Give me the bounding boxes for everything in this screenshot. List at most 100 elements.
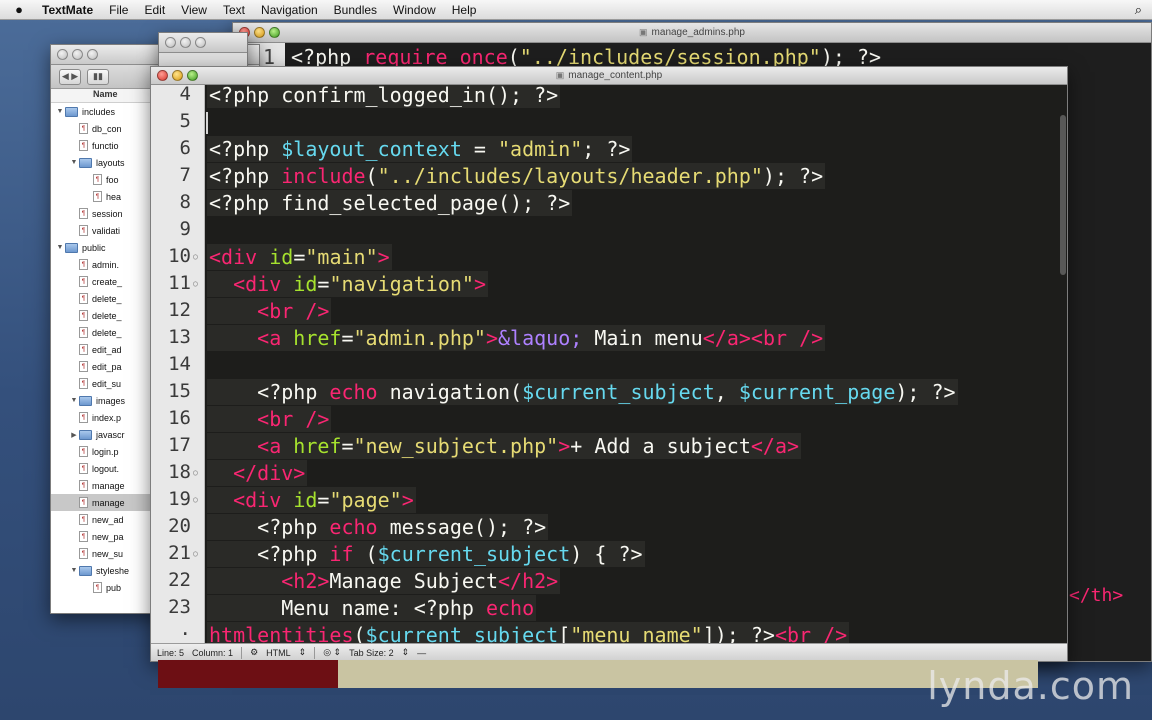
code-line[interactable]: <?php if ($current_subject) { ?> [207, 541, 645, 567]
back-forward-button[interactable]: ◀ ▶ [59, 68, 81, 85]
folder-icon [79, 429, 92, 440]
code-line[interactable]: htmlentities($current_subject["menu_name… [207, 622, 850, 645]
disclosure-closed-icon[interactable]: ▶ [69, 431, 79, 439]
close-button[interactable] [157, 70, 168, 81]
tree-item-label: images [96, 395, 126, 406]
zoom-button[interactable] [87, 49, 98, 60]
close-button[interactable] [57, 49, 68, 60]
code-line[interactable]: <h2>Manage Subject</h2> [207, 568, 561, 594]
tree-item-label: new_su [92, 548, 124, 559]
line-number: 18 [168, 461, 191, 483]
menu-view[interactable]: View [173, 3, 215, 17]
code-line[interactable]: <a href="admin.php">&laquo; Main menu</a… [207, 325, 826, 351]
code-line[interactable]: <?php include("../includes/layouts/heade… [207, 163, 826, 189]
fold-marker-icon[interactable]: ○ [193, 495, 198, 504]
folder-icon [65, 242, 78, 253]
fold-marker-icon[interactable]: ○ [193, 468, 198, 477]
document-icon: ▣ [555, 70, 565, 80]
line-number: 6 [179, 137, 191, 159]
menu-navigation[interactable]: Navigation [253, 3, 326, 17]
disclosure-open-icon[interactable]: ▼ [69, 567, 79, 574]
close-button[interactable] [165, 37, 176, 48]
minimize-button[interactable] [180, 37, 191, 48]
line-number: 21 [168, 542, 191, 564]
chevron-updown-icon[interactable]: ⇕ [402, 647, 410, 658]
tree-item-label: session [92, 208, 123, 219]
menu-file[interactable]: File [101, 3, 136, 17]
tree-item-label: layouts [96, 157, 125, 168]
fold-marker-icon[interactable]: ○ [193, 549, 198, 558]
window-controls [165, 37, 206, 48]
code-line[interactable]: <?php echo message(); ?> [207, 514, 549, 540]
chevron-updown-icon[interactable]: ⇕ [299, 647, 307, 658]
language-selector[interactable]: HTML [266, 648, 291, 658]
code-line[interactable]: <div id="main"> [207, 244, 392, 270]
tree-item-label: delete_ [92, 327, 122, 338]
view-toggle-button[interactable]: ▮▮ [87, 68, 109, 85]
zoom-button[interactable] [269, 27, 280, 38]
line-number: 7 [179, 164, 191, 186]
window-titlebar[interactable]: ▣ manage_admins.php [233, 23, 1151, 43]
menu-help[interactable]: Help [444, 3, 485, 17]
menu-items: File Edit View Text Navigation Bundles Window H… [101, 3, 484, 17]
folder-icon [79, 565, 92, 576]
code-line[interactable]: <?php confirm_logged_in(); ?> [207, 85, 561, 108]
zoom-button[interactable] [195, 37, 206, 48]
disclosure-open-icon[interactable]: ▼ [69, 397, 79, 404]
code-line[interactable]: <br /> [207, 298, 332, 324]
tree-item-label: manage [92, 480, 125, 491]
php-file-icon: ¶ [79, 378, 88, 389]
tree-item-label: includes [82, 106, 116, 117]
fold-marker-icon[interactable]: ○ [193, 252, 198, 261]
search-icon[interactable]: ⌕ [1135, 2, 1142, 18]
folder-icon [79, 157, 92, 168]
minimize-button[interactable] [172, 70, 183, 81]
document-icon: ▣ [639, 27, 648, 37]
code-line[interactable]: <?php find_selected_page(); ?> [207, 190, 573, 216]
minimize-button[interactable] [254, 27, 265, 38]
menu-app-name[interactable]: TextMate [38, 3, 101, 17]
code-line[interactable]: Menu name: <?php echo [207, 595, 537, 621]
code-line[interactable]: <div id="page"> [207, 487, 416, 513]
line-number: 22 [168, 569, 191, 591]
bundle-menu-icon[interactable]: ◎ ⇕ [323, 647, 341, 658]
line-number-gutter[interactable]: 4 5 6 7 8 9 10 ○ 11 ○ 12 13 14 15 16 17 18 ○ 19 ○ 20 21 ○ 22 23 · [151, 85, 205, 645]
menu-text[interactable]: Text [215, 3, 253, 17]
line-number: 16 [168, 407, 191, 429]
editor-window-manage-content[interactable]: ▣ manage_content.php 4 5 6 7 8 9 10 ○ 11 ○ 12 13 14 1… [150, 66, 1068, 662]
tab-size-selector[interactable]: Tab Size: 2 [349, 648, 394, 658]
fold-marker-icon[interactable]: ○ [193, 279, 198, 288]
apple-logo-icon[interactable]: ● [0, 2, 38, 17]
tree-item-label: edit_pa [92, 361, 122, 372]
menu-edit[interactable]: Edit [136, 3, 173, 17]
code-line[interactable]: <br /> [207, 406, 332, 432]
php-file-icon: ¶ [79, 446, 88, 457]
php-file-icon: ¶ [79, 463, 88, 474]
php-file-icon: ¶ [79, 293, 88, 304]
disclosure-open-icon[interactable]: ▼ [55, 108, 65, 115]
code-line[interactable] [207, 352, 211, 378]
vertical-scrollbar[interactable] [1060, 115, 1066, 275]
gear-icon[interactable]: ⚙ [250, 647, 258, 658]
code-editor[interactable]: 4 5 6 7 8 9 10 ○ 11 ○ 12 13 14 15 16 17 18 ○ 19 ○ 20 21 ○ 22 23 ·… [151, 85, 1067, 645]
code-line[interactable]: </div> [207, 460, 308, 486]
code-line[interactable]: <?php echo navigation($current_subject, … [207, 379, 958, 405]
tree-item-label: javascr [96, 429, 125, 440]
code-line[interactable]: <a href="new_subject.php">+ Add a subjec… [207, 433, 802, 459]
minimize-button[interactable] [72, 49, 83, 60]
zoom-button[interactable] [187, 70, 198, 81]
symbol-selector[interactable]: — [417, 648, 426, 658]
window-title: manage_content.php [568, 70, 663, 81]
code-line[interactable]: <?php $layout_context = "admin"; ?> [207, 136, 633, 162]
php-file-icon: ¶ [79, 123, 88, 134]
menu-bundles[interactable]: Bundles [326, 3, 385, 17]
disclosure-open-icon[interactable]: ▼ [55, 244, 65, 251]
editor-titlebar[interactable]: ▣ manage_content.php [151, 67, 1067, 85]
tree-item-label: manage [92, 497, 125, 508]
code-line[interactable]: <div id="navigation"> [207, 271, 488, 297]
menu-window[interactable]: Window [385, 3, 444, 17]
php-file-icon: ¶ [93, 582, 102, 593]
window-titlebar[interactable] [159, 33, 247, 53]
disclosure-open-icon[interactable]: ▼ [69, 159, 79, 166]
code-line[interactable] [207, 217, 211, 243]
